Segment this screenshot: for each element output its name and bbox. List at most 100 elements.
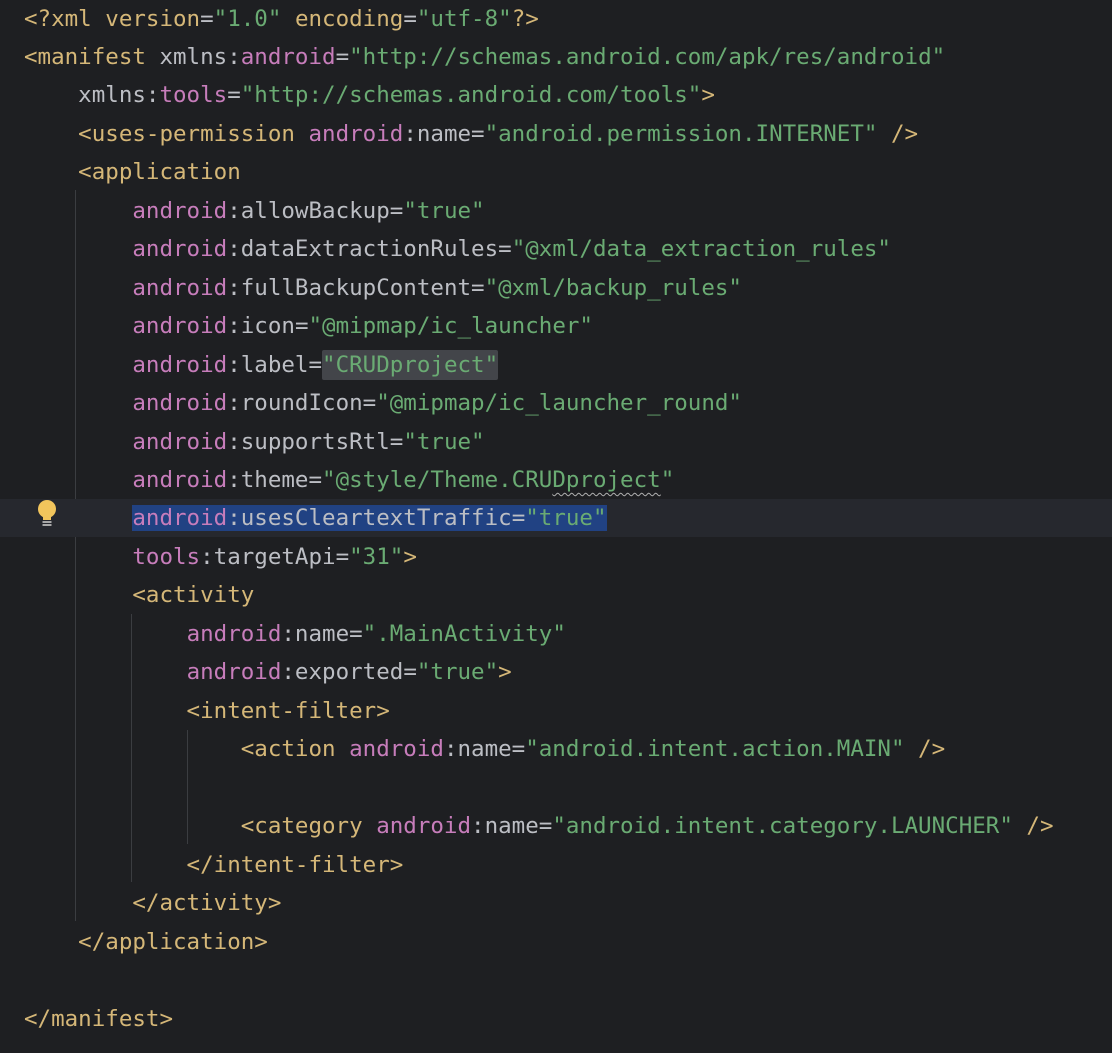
code-token: :targetApi	[200, 544, 336, 570]
code-token: android	[132, 505, 228, 531]
code-line-text: android:usesCleartextTraffic="true"	[24, 499, 607, 537]
code-token: android	[240, 44, 336, 70]
code-token: </intent-filter>	[24, 852, 404, 878]
code-line[interactable]: </application>	[0, 923, 1112, 961]
code-line[interactable]: <application	[0, 153, 1112, 191]
lightbulb-icon[interactable]	[36, 499, 58, 529]
code-token: "android.intent.action.MAIN"	[525, 736, 905, 762]
code-line[interactable]: <uses-permission android:name="android.p…	[0, 115, 1112, 153]
code-token: <manifest	[24, 44, 160, 70]
code-token: :dataExtractionRules	[227, 236, 499, 262]
code-token: "true"	[416, 659, 499, 685]
code-token: "true"	[403, 198, 485, 224]
code-token: =	[294, 313, 309, 339]
code-token: />	[904, 736, 946, 762]
code-token: android	[132, 236, 228, 262]
code-line[interactable]: <?xml version="1.0" encoding="utf-8"?>	[0, 0, 1112, 38]
code-line[interactable]: xmlns:tools="http://schemas.android.com/…	[0, 76, 1112, 114]
code-line[interactable]: </manifest>	[0, 1000, 1112, 1038]
code-token: :allowBackup	[227, 198, 390, 224]
code-token: "android.intent.category.LAUNCHER"	[552, 813, 1013, 839]
code-token: <activity	[24, 582, 255, 608]
code-line[interactable]: tools:targetApi="31">	[0, 538, 1112, 576]
code-line[interactable]: android:dataExtractionRules="@xml/data_e…	[0, 230, 1112, 268]
code-line[interactable]: android:supportsRtl="true"	[0, 423, 1112, 461]
code-token: android	[132, 198, 228, 224]
code-line[interactable]: <action android:name="android.intent.act…	[0, 730, 1112, 768]
code-token: encoding	[294, 6, 404, 32]
code-token: =	[471, 121, 485, 147]
code-line[interactable]: </activity>	[0, 884, 1112, 922]
code-line-text: </intent-filter>	[24, 846, 404, 884]
code-token: "@xml/backup_rules"	[484, 275, 742, 301]
code-line[interactable]	[0, 961, 1112, 999]
code-line[interactable]: <activity	[0, 576, 1112, 614]
code-token: "CRUDproject"	[322, 350, 499, 380]
code-line-text: android:name=".MainActivity"	[24, 615, 566, 653]
code-line-text: <manifest xmlns:android="http://schemas.…	[24, 38, 945, 76]
code-line[interactable]: android:icon="@mipmap/ic_launcher"	[0, 307, 1112, 345]
code-line-text: tools:targetApi="31">	[24, 538, 416, 576]
code-token: :exported	[281, 659, 404, 685]
code-token: :supportsRtl	[227, 429, 390, 455]
code-token: =	[308, 467, 323, 493]
code-token: =	[308, 352, 323, 378]
code-line[interactable]: android:name=".MainActivity"	[0, 615, 1112, 653]
code-token: </application>	[24, 929, 268, 955]
code-token: "@style/Theme.CRU	[322, 467, 553, 493]
code-line-text: </manifest>	[24, 1000, 173, 1038]
code-token: "true"	[403, 429, 485, 455]
code-token: xml version	[51, 6, 201, 32]
code-line-text: android:label="CRUDproject"	[24, 346, 499, 384]
code-token: :icon	[227, 313, 295, 339]
code-token: =	[389, 198, 404, 224]
code-line-text: <activity	[24, 576, 254, 614]
code-line[interactable]: android:label="CRUDproject"	[0, 346, 1112, 384]
code-token: </manifest>	[24, 1006, 174, 1032]
code-token: "true"	[525, 505, 607, 531]
code-line[interactable]: android:exported="true">	[0, 653, 1112, 691]
code-editor[interactable]: <?xml version="1.0" encoding="utf-8"?> <m…	[0, 0, 1112, 1053]
code-line-text: <?xml version="1.0" encoding="utf-8"?>	[24, 0, 539, 38]
code-token: <action	[24, 736, 350, 762]
code-token: :name	[471, 813, 539, 839]
code-line[interactable]: <category android:name="android.intent.c…	[0, 807, 1112, 845]
code-token: android	[132, 467, 228, 493]
code-token: <?	[24, 6, 52, 32]
code-line[interactable]: android:usesCleartextTraffic="true"	[0, 499, 1112, 537]
code-line[interactable]	[0, 769, 1112, 807]
code-line[interactable]: </intent-filter>	[0, 846, 1112, 884]
code-line-text: <application	[24, 153, 241, 191]
code-token: =	[403, 6, 417, 32]
code-token: />	[877, 121, 919, 147]
code-line-text: <uses-permission android:name="android.p…	[24, 115, 918, 153]
code-token: "	[660, 467, 675, 493]
code-token: Dproject	[552, 467, 661, 493]
code-token: =	[227, 82, 241, 108]
code-token: :roundIcon	[227, 390, 363, 416]
code-line-text: android:icon="@mipmap/ic_launcher"	[24, 307, 593, 345]
code-token: ?>	[511, 6, 539, 32]
code-line-text: </activity>	[24, 884, 281, 922]
code-token: android	[132, 313, 228, 339]
code-line[interactable]: <intent-filter>	[0, 692, 1112, 730]
code-token: >	[498, 659, 512, 685]
code-line[interactable]: android:theme="@style/Theme.CRUDproject"	[0, 461, 1112, 499]
code-line[interactable]: <manifest xmlns:android="http://schemas.…	[0, 38, 1112, 76]
code-token: =	[511, 505, 526, 531]
code-token: android	[132, 390, 228, 416]
code-line-text: <category android:name="android.intent.c…	[24, 807, 1054, 845]
code-token: android	[308, 121, 404, 147]
code-token: :theme	[227, 467, 309, 493]
code-token: =	[389, 429, 404, 455]
code-line[interactable]: android:roundIcon="@mipmap/ic_launcher_r…	[0, 384, 1112, 422]
code-line-text: xmlns:tools="http://schemas.android.com/…	[24, 76, 715, 114]
code-line[interactable]: android:fullBackupContent="@xml/backup_r…	[0, 269, 1112, 307]
code-line[interactable]: android:allowBackup="true"	[0, 192, 1112, 230]
